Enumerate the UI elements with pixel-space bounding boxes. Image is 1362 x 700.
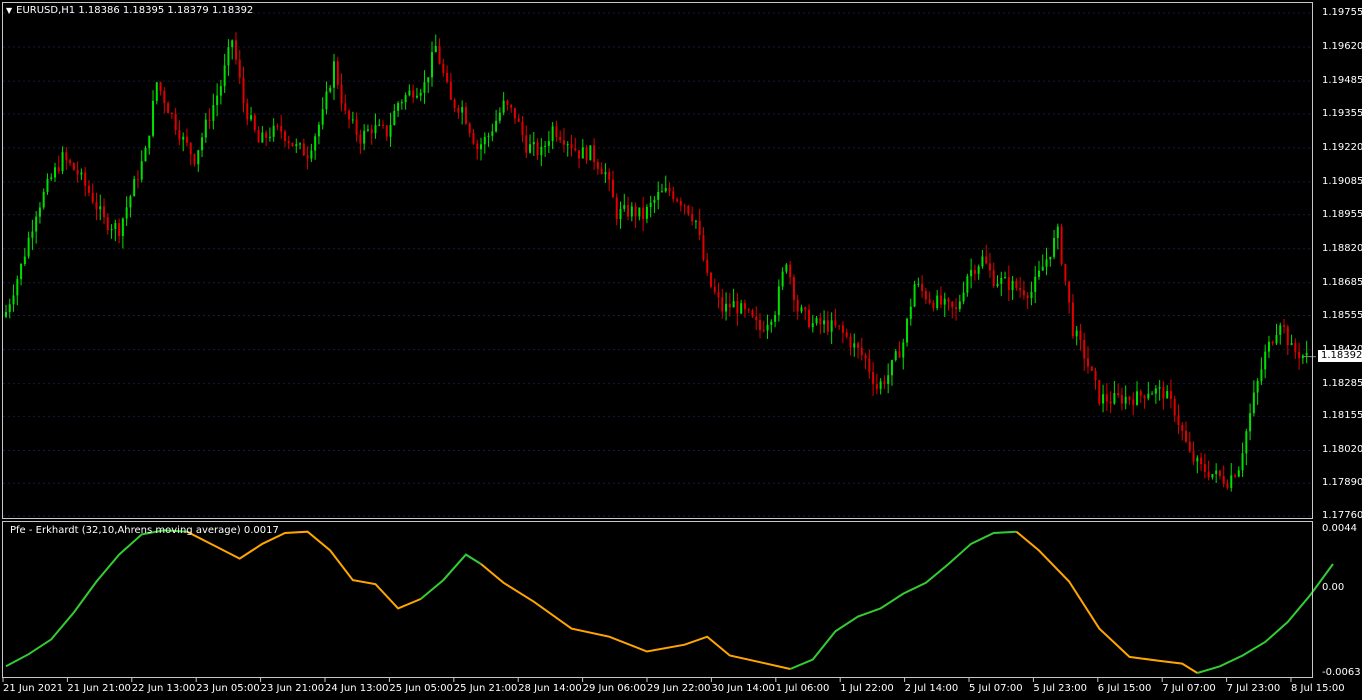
price-tick-label: 1.19485 — [1322, 75, 1362, 87]
time-tick-label: 5 Jul 23:00 — [1033, 683, 1087, 694]
current-price-badge: 1.18392 — [1318, 350, 1362, 362]
time-tick-label: 21 Jun 2021 — [3, 683, 64, 694]
time-tick-label: 25 Jun 05:00 — [389, 683, 453, 694]
price-tick-label: 1.17760 — [1322, 510, 1362, 521]
price-tick-label: 1.19355 — [1322, 107, 1362, 119]
symbol-header[interactable]: ▼ EURUSD,H1 1.18386 1.18395 1.18379 1.183… — [6, 5, 253, 16]
price-tick-label: 1.18955 — [1322, 208, 1362, 220]
time-tick-label: 5 Jul 07:00 — [969, 683, 1023, 694]
dropdown-arrow-icon[interactable]: ▼ — [6, 6, 12, 15]
symbol-ohlc-text: EURUSD,H1 1.18386 1.18395 1.18379 1.1839… — [16, 5, 254, 16]
time-tick-label: 30 Jun 14:00 — [711, 683, 775, 694]
indicator-tick-label: 0.0044 — [1322, 523, 1357, 534]
main-pane-frame — [2, 2, 1313, 519]
chart-window[interactable]: ▼ EURUSD,H1 1.18386 1.18395 1.18379 1.183… — [0, 0, 1362, 700]
time-tick-label: 2 Jul 14:00 — [904, 683, 959, 694]
time-tick-label: 28 Jun 14:00 — [518, 683, 582, 694]
price-tick-label: 1.18685 — [1322, 276, 1362, 288]
price-tick-label: 1.19085 — [1322, 175, 1362, 187]
time-tick-label: 23 Jun 05:00 — [196, 683, 260, 694]
time-tick-label: 1 Jul 06:00 — [775, 683, 830, 694]
price-tick-label: 1.19220 — [1322, 141, 1362, 153]
indicator-tick-label: 0.00 — [1322, 582, 1345, 594]
time-tick-label: 21 Jun 21:00 — [67, 683, 131, 694]
time-tick-label: 7 Jul 23:00 — [1226, 683, 1281, 694]
time-tick-label: 29 Jun 06:00 — [582, 683, 647, 694]
price-tick-label: 1.18155 — [1322, 410, 1362, 422]
indicator-header: Pfe - Erkhardt (32,10,Ahrens moving aver… — [10, 525, 279, 536]
indicator-pane-frame — [2, 521, 1313, 678]
price-tick-label: 1.17890 — [1322, 477, 1362, 489]
price-tick-label: 1.19620 — [1322, 41, 1362, 53]
price-tick-label: 1.18285 — [1322, 377, 1362, 389]
time-tick-label: 8 Jul 15:00 — [1291, 683, 1345, 694]
time-tick-label: 7 Jul 07:00 — [1162, 683, 1216, 694]
price-tick-label: 1.18820 — [1322, 242, 1362, 254]
indicator-tick-label: -0.0063 — [1322, 667, 1361, 678]
time-tick-label: 1 Jul 22:00 — [840, 683, 894, 694]
time-tick-label: 22 Jun 13:00 — [131, 683, 196, 694]
time-tick-label: 24 Jun 13:00 — [325, 683, 389, 694]
price-tick-label: 1.18020 — [1322, 444, 1362, 456]
price-tick-label: 1.19755 — [1322, 7, 1362, 18]
time-tick-label: 25 Jun 21:00 — [453, 683, 518, 694]
time-tick-label: 29 Jun 22:00 — [647, 683, 711, 694]
price-tick-label: 1.18555 — [1322, 309, 1362, 321]
time-tick-label: 23 Jun 21:00 — [260, 683, 325, 694]
time-tick-label: 6 Jul 15:00 — [1097, 683, 1152, 694]
